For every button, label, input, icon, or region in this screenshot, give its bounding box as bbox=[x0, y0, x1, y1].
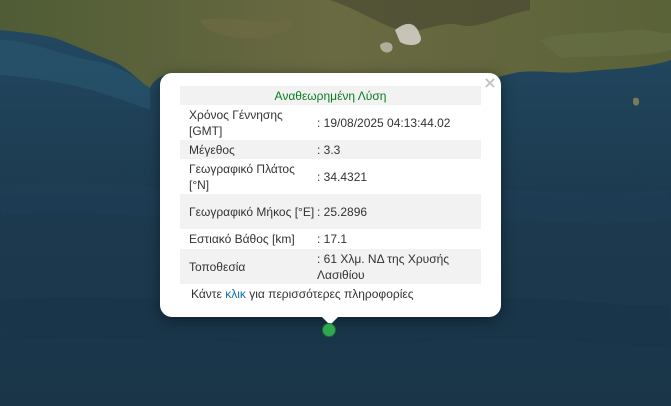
more-info-link[interactable]: κλικ bbox=[225, 287, 246, 301]
magnitude-row: Μέγεθος : 3.3 bbox=[180, 140, 481, 159]
magnitude-label: Μέγεθος bbox=[180, 140, 317, 159]
more-info-text: Κάντε κλικ για περισσότερες πληροφορίες bbox=[191, 287, 414, 301]
latitude-label: Γεωγραφικό Πλάτος [°N] bbox=[189, 161, 295, 192]
origin-time-value: : 19/08/2025 04:13:44.02 bbox=[317, 115, 451, 130]
longitude-value: : 25.2896 bbox=[317, 194, 481, 229]
longitude-label: Γεωγραφικό Μήκος [°E] bbox=[180, 194, 317, 229]
latitude-value: : 34.4321 bbox=[317, 169, 368, 184]
origin-time-label: Χρόνος Γέννησης [GMT] bbox=[189, 107, 283, 138]
magnitude-value: : 3.3 bbox=[317, 140, 481, 159]
depth-value: : 17.1 bbox=[317, 232, 348, 246]
popup-title: Αναθεωρημένη Λύση bbox=[180, 86, 481, 105]
more-info-prefix: Κάντε bbox=[191, 287, 226, 301]
longitude-row: Γεωγραφικό Μήκος [°E] : 25.2896 bbox=[180, 194, 481, 229]
popup-title-row: Αναθεωρημένη Λύση bbox=[180, 86, 481, 105]
depth-row: Εστιακό Βάθος [km] : 17.1 bbox=[180, 229, 481, 249]
close-popup-button[interactable]: × bbox=[483, 75, 497, 91]
depth-label: Εστιακό Βάθος [km] bbox=[189, 232, 295, 246]
location-label: Τοποθεσία bbox=[180, 249, 317, 284]
earthquake-details-table: Αναθεωρημένη Λύση Χρόνος Γέννησης [GMT] … bbox=[180, 86, 481, 284]
more-info-suffix: για περισσότερες πληροφορίες bbox=[245, 287, 414, 301]
small-island bbox=[633, 97, 640, 106]
latitude-row: Γεωγραφικό Πλάτος [°N] : 34.4321 bbox=[180, 159, 481, 194]
location-row: Τοποθεσία : 61 Χλμ. ΝΔ της Χρυσής Λασιθί… bbox=[180, 249, 481, 284]
origin-time-row: Χρόνος Γέννησης [GMT] : 19/08/2025 04:13… bbox=[180, 105, 481, 140]
earthquake-marker-icon[interactable] bbox=[322, 323, 336, 337]
location-value: : 61 Χλμ. ΝΔ της Χρυσής Λασιθίου bbox=[317, 249, 481, 284]
